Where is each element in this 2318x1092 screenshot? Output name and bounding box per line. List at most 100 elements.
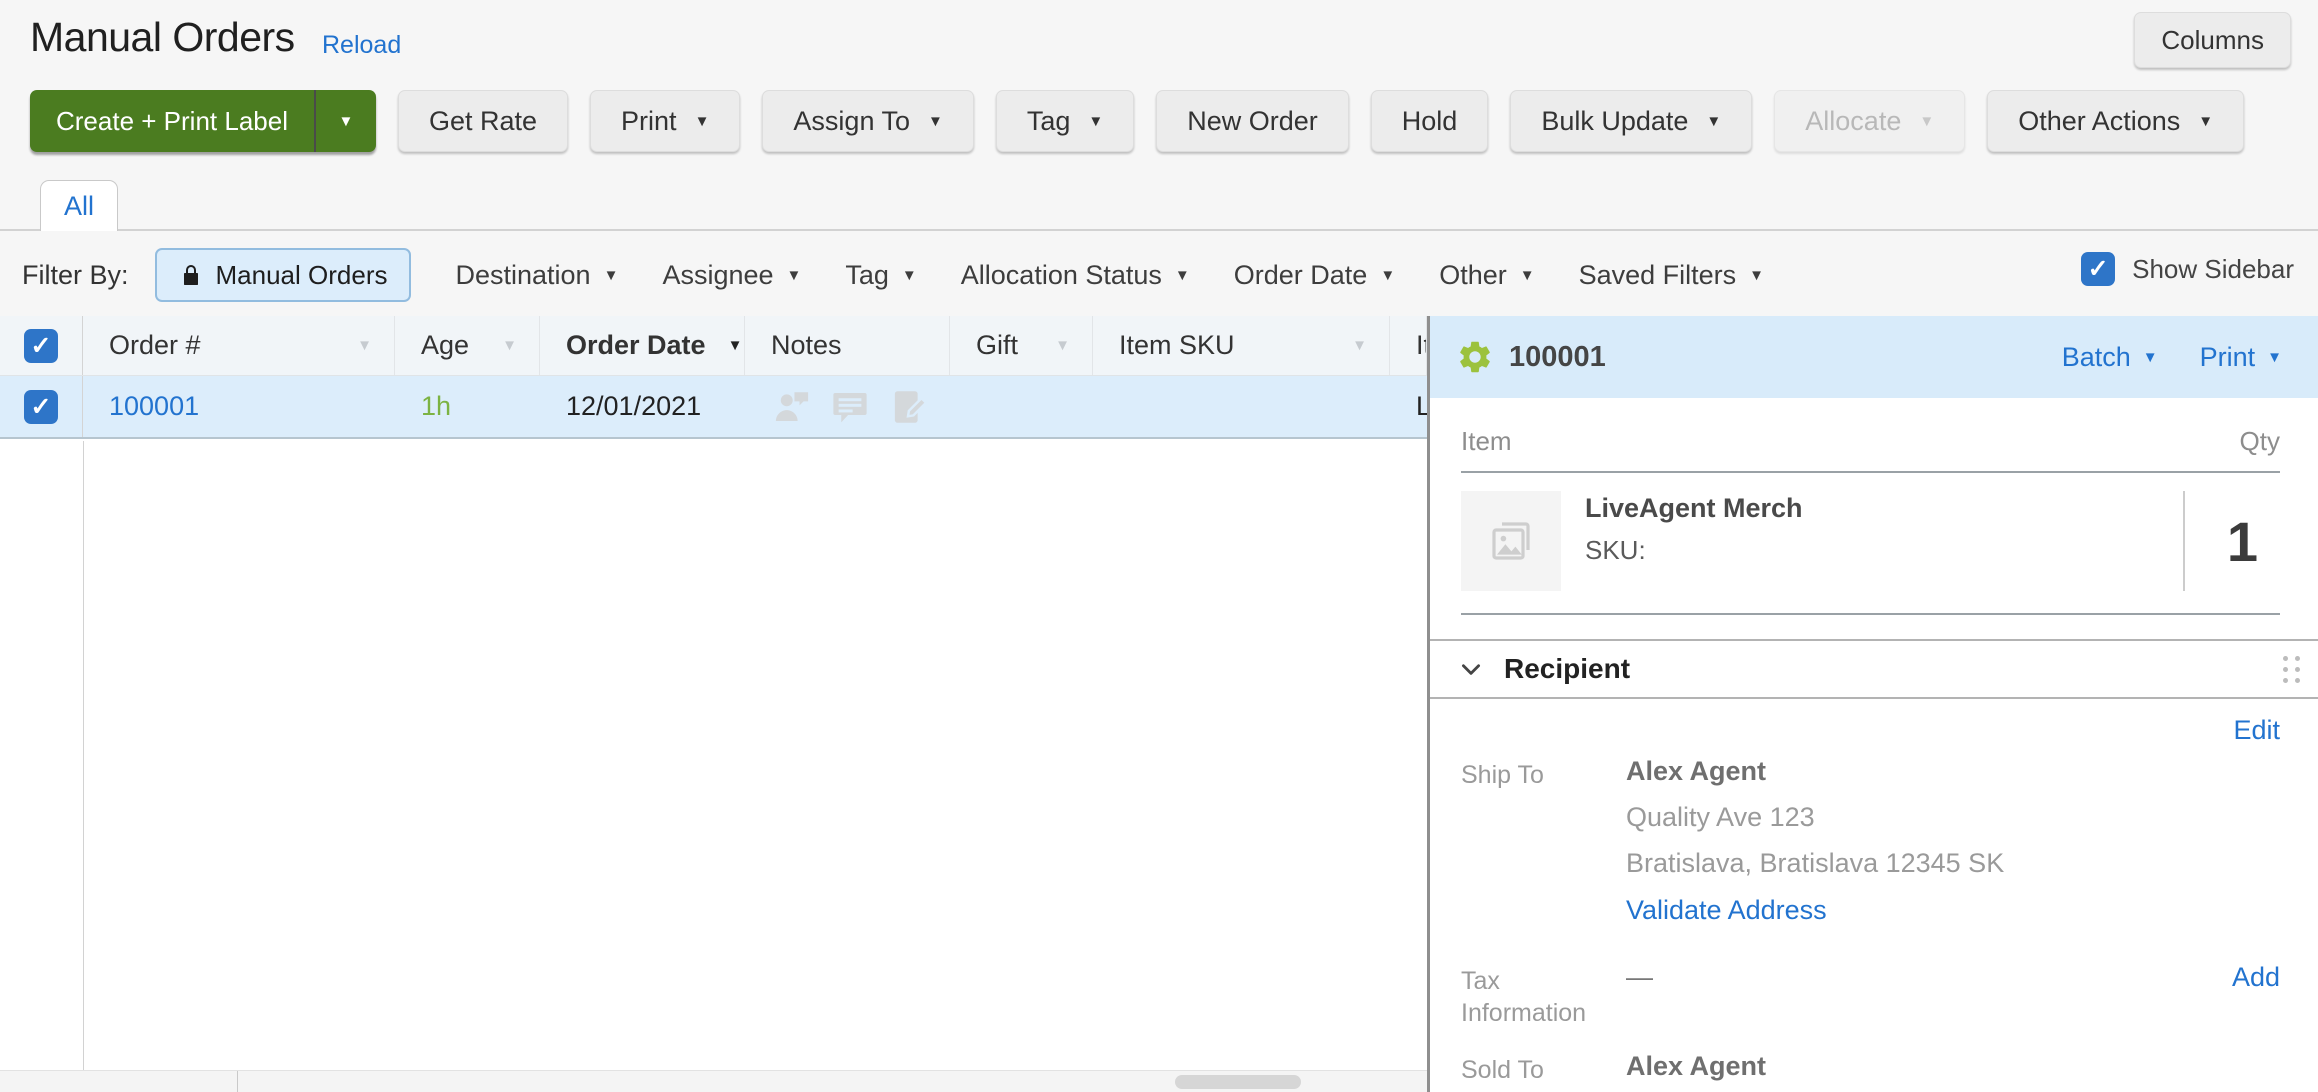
filter-bar: Filter By: Manual Orders Destination Ass… bbox=[22, 246, 1764, 304]
hold-button[interactable]: Hold bbox=[1371, 90, 1489, 152]
chevron-down-icon bbox=[1919, 114, 1934, 129]
edit-link[interactable]: Edit bbox=[2233, 715, 2280, 745]
frozen-column-divider bbox=[83, 441, 84, 1070]
create-print-label-button[interactable]: Create + Print Label bbox=[30, 90, 376, 152]
ship-to-row: Ship To Alex Agent Quality Ave 123 Brati… bbox=[1461, 756, 2280, 926]
items-header: Item Qty bbox=[1461, 426, 2280, 473]
sidebar-content: Item Qty LiveAgent Merch SKU: 1 Recipien… bbox=[1430, 398, 2318, 1086]
col-order-number[interactable]: Order # bbox=[83, 316, 395, 375]
ship-to-value: Alex Agent Quality Ave 123 Bratislava, B… bbox=[1626, 756, 2280, 926]
filter-allocation-status[interactable]: Allocation Status bbox=[961, 260, 1190, 291]
drag-handle-icon[interactable] bbox=[2283, 656, 2300, 683]
gear-icon[interactable] bbox=[1456, 338, 1494, 376]
scrollbar-track-divider bbox=[237, 1071, 238, 1092]
sort-caret-icon[interactable] bbox=[728, 338, 743, 353]
tab-divider-line bbox=[0, 229, 2318, 231]
page-title: Manual Orders bbox=[30, 14, 295, 61]
tax-information-row: Tax Information — Add bbox=[1461, 962, 2280, 1029]
chevron-down-icon bbox=[1706, 114, 1721, 129]
chevron-down-icon[interactable] bbox=[1458, 656, 1484, 682]
assign-to-button[interactable]: Assign To bbox=[762, 90, 973, 152]
tag-button[interactable]: Tag bbox=[996, 90, 1134, 152]
other-actions-button[interactable]: Other Actions bbox=[1987, 90, 2244, 152]
filter-order-date[interactable]: Order Date bbox=[1234, 260, 1395, 291]
col-gift[interactable]: Gift bbox=[950, 316, 1093, 375]
create-print-label-label[interactable]: Create + Print Label bbox=[30, 90, 314, 152]
col-item-sku[interactable]: Item SKU bbox=[1093, 316, 1390, 375]
get-rate-button[interactable]: Get Rate bbox=[398, 90, 568, 152]
recipient-address-line1: Quality Ave 123 bbox=[1626, 802, 2280, 833]
orders-table: Order # Age Order Date Notes Gift Item S… bbox=[0, 316, 1427, 1092]
item-qty-cell: 1 bbox=[2183, 491, 2280, 591]
filter-other[interactable]: Other bbox=[1439, 260, 1534, 291]
table-row[interactable]: 100001 1h 12/01/2021 L bbox=[0, 376, 1427, 439]
item-image-placeholder bbox=[1461, 491, 1561, 591]
filter-saved-filters[interactable]: Saved Filters bbox=[1579, 260, 1764, 291]
image-icon bbox=[1487, 517, 1535, 565]
reload-link[interactable]: Reload bbox=[322, 31, 401, 60]
recipient-section-header[interactable]: Recipient bbox=[1430, 639, 2318, 699]
item-name-clipped: L bbox=[1416, 391, 1427, 422]
chevron-down-icon bbox=[1749, 268, 1764, 283]
sort-caret-icon[interactable] bbox=[1055, 338, 1070, 353]
chevron-down-icon bbox=[1380, 268, 1395, 283]
new-order-button[interactable]: New Order bbox=[1156, 90, 1349, 152]
filter-tag[interactable]: Tag bbox=[845, 260, 916, 291]
filter-assignee[interactable]: Assignee bbox=[662, 260, 801, 291]
sidebar-header-links: Batch Print bbox=[2062, 342, 2282, 373]
chevron-down-icon bbox=[1088, 114, 1103, 129]
print-dropdown[interactable]: Print bbox=[2200, 342, 2282, 373]
filter-destination[interactable]: Destination bbox=[455, 260, 618, 291]
row-select-cell bbox=[0, 376, 83, 437]
row-checkbox[interactable] bbox=[24, 390, 58, 424]
chevron-down-icon bbox=[787, 268, 802, 283]
manual-orders-filter-chip[interactable]: Manual Orders bbox=[155, 248, 412, 302]
chevron-down-icon bbox=[928, 114, 943, 129]
sold-to-row: Sold To Alex Agent bbox=[1461, 1051, 2280, 1086]
col-item-name[interactable]: It bbox=[1390, 316, 1427, 375]
col-age[interactable]: Age bbox=[395, 316, 540, 375]
tab-all[interactable]: All bbox=[40, 180, 118, 231]
item-name: LiveAgent Merch bbox=[1585, 493, 1803, 524]
sold-to-label: Sold To bbox=[1461, 1051, 1626, 1086]
columns-button[interactable]: Columns bbox=[2134, 12, 2291, 68]
order-number-link[interactable]: 100001 bbox=[109, 391, 199, 422]
add-tax-link[interactable]: Add bbox=[2232, 962, 2280, 992]
print-button[interactable]: Print bbox=[590, 90, 740, 152]
edit-note-icon[interactable] bbox=[887, 386, 929, 428]
create-print-label-dropdown[interactable] bbox=[314, 90, 376, 152]
batch-dropdown[interactable]: Batch bbox=[2062, 342, 2158, 373]
chevron-down-icon bbox=[1520, 268, 1535, 283]
sidebar-header: 100001 Batch Print bbox=[1430, 316, 2318, 398]
item-info: LiveAgent Merch SKU: bbox=[1585, 491, 1803, 566]
chevron-down-icon bbox=[2143, 350, 2158, 365]
sort-caret-icon[interactable] bbox=[357, 338, 372, 353]
sold-to-name: Alex Agent bbox=[1626, 1051, 2280, 1082]
note-icons bbox=[771, 386, 929, 428]
chevron-down-icon bbox=[2198, 114, 2213, 129]
allocate-button: Allocate bbox=[1774, 90, 1965, 152]
row-order-number-cell: 100001 bbox=[83, 376, 395, 437]
order-detail-sidebar: 100001 Batch Print Item Qty LiveAgent Me… bbox=[1427, 316, 2318, 1092]
show-sidebar-checkbox[interactable] bbox=[2081, 252, 2115, 286]
chevron-down-icon bbox=[902, 268, 917, 283]
col-order-date[interactable]: Order Date bbox=[540, 316, 745, 375]
internal-note-icon[interactable] bbox=[829, 386, 871, 428]
table-header-row: Order # Age Order Date Notes Gift Item S… bbox=[0, 316, 1427, 376]
scrollbar-thumb[interactable] bbox=[1175, 1075, 1301, 1089]
recipient-section-title: Recipient bbox=[1504, 653, 1630, 685]
tax-information-label: Tax Information bbox=[1461, 962, 1626, 1029]
chevron-down-icon bbox=[604, 268, 619, 283]
sort-caret-icon[interactable] bbox=[502, 338, 517, 353]
horizontal-scrollbar bbox=[0, 1070, 1427, 1092]
show-sidebar-label: Show Sidebar bbox=[2132, 254, 2294, 285]
sort-caret-icon[interactable] bbox=[1352, 338, 1367, 353]
select-all-checkbox[interactable] bbox=[24, 329, 58, 363]
manual-orders-filter-label: Manual Orders bbox=[216, 260, 388, 291]
bulk-update-button[interactable]: Bulk Update bbox=[1510, 90, 1752, 152]
col-notes[interactable]: Notes bbox=[745, 316, 950, 375]
chevron-down-icon bbox=[2267, 350, 2282, 365]
show-sidebar-toggle: Show Sidebar bbox=[2081, 252, 2294, 286]
customer-note-icon[interactable] bbox=[771, 386, 813, 428]
validate-address-link[interactable]: Validate Address bbox=[1626, 895, 1827, 925]
